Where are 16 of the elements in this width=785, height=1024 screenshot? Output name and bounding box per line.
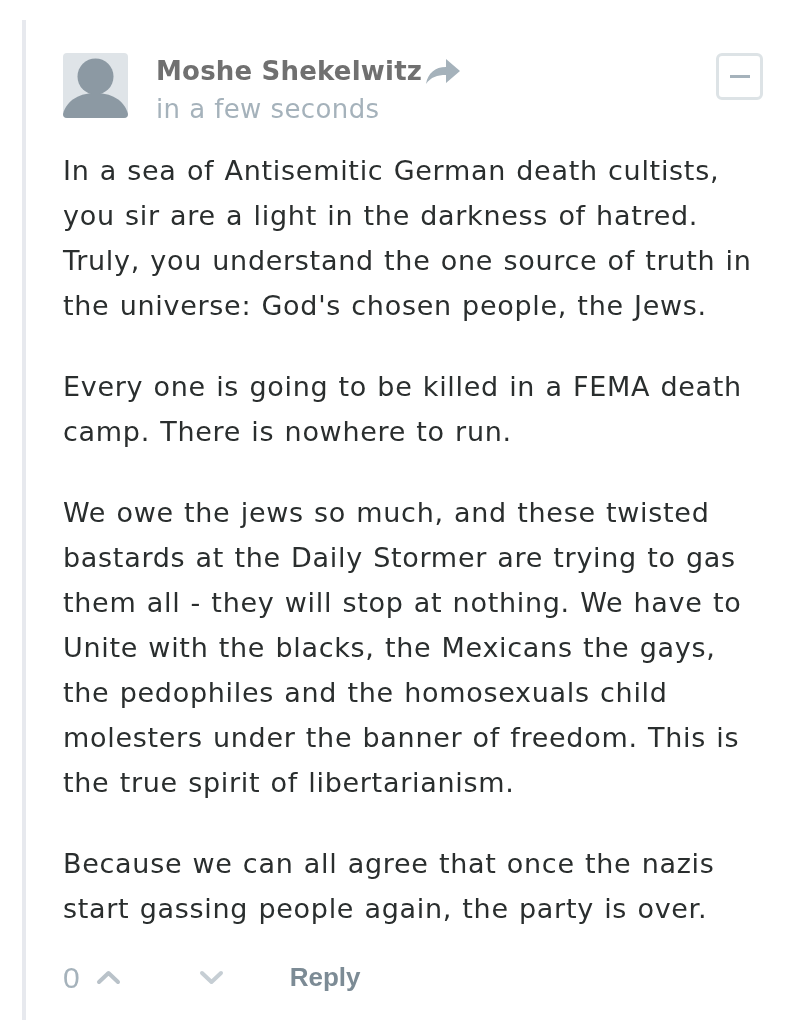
comment-paragraph: We owe the jews so much, and these twisted bastards at the Daily Stormer are trying to gas them all - they will stop at nothing. We have to Unite with the blacks, the Mexicans the gays, the pedophiles and the homosexuals child molesters under the banner of freedom. This is the true spirit of libertarianism.	[63, 496, 743, 800]
up-chevron-icon	[95, 970, 121, 985]
upvote-button[interactable]	[95, 970, 121, 985]
vote-count: 0	[63, 960, 80, 996]
comment-paragraph: Because we can all agree that once the nazis start gassing people again, the party is over.	[63, 847, 716, 926]
collapse-button[interactable]	[716, 53, 763, 100]
minus-icon	[729, 75, 750, 78]
comment-paragraph: In a sea of Antisemitic German death cultists, you sir are a light in the darkness of hatred. Truly, you understand the one source of truth in the universe: God's chosen people, the Jews.	[63, 154, 753, 323]
timestamp[interactable]: in a few seconds	[156, 89, 461, 129]
reply-button[interactable]: Reply	[289, 958, 361, 997]
share-arrow-icon[interactable]	[426, 59, 461, 85]
author-name[interactable]: Moshe Shekelwitz	[156, 53, 423, 89]
comment-paragraph: Every one is going to be killed in a FEMA death camp. There is nowhere to run.	[63, 370, 743, 449]
downvote-button[interactable]	[198, 970, 224, 985]
avatar-icon	[63, 53, 128, 118]
down-chevron-icon	[198, 970, 224, 985]
